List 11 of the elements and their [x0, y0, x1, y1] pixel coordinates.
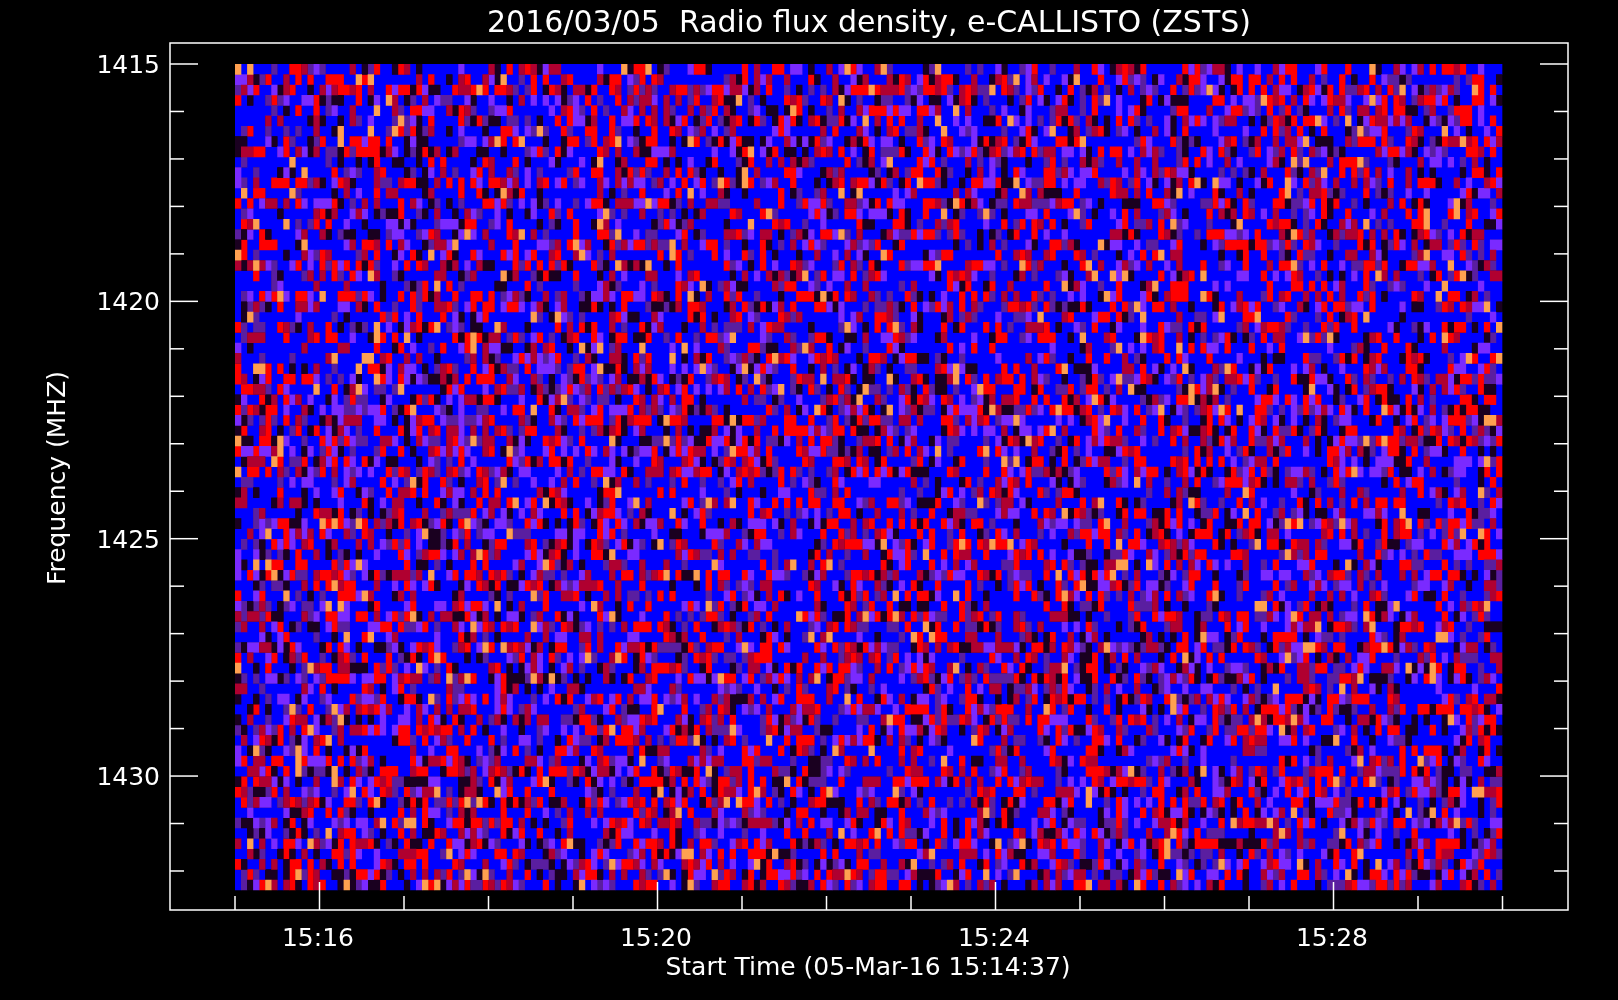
- x-axis-label: Start Time (05-Mar-16 15:14:37): [665, 952, 1071, 981]
- x-tick-label: 15:24: [958, 923, 1030, 952]
- y-tick-label: 1415: [96, 50, 160, 79]
- chart-title: 2016/03/05 Radio flux density, e-CALLISTO (ZSTS): [487, 4, 1251, 39]
- y-tick-label: 1430: [96, 762, 160, 792]
- y-axis-label: Frequency (MHZ): [42, 370, 71, 586]
- x-tick-label: 15:28: [1296, 923, 1368, 952]
- y-tick-label: 1420: [96, 287, 160, 317]
- x-tick-label: 15:20: [620, 923, 692, 952]
- y-tick-label: 1425: [96, 524, 160, 554]
- x-tick-label: 15:16: [282, 923, 354, 952]
